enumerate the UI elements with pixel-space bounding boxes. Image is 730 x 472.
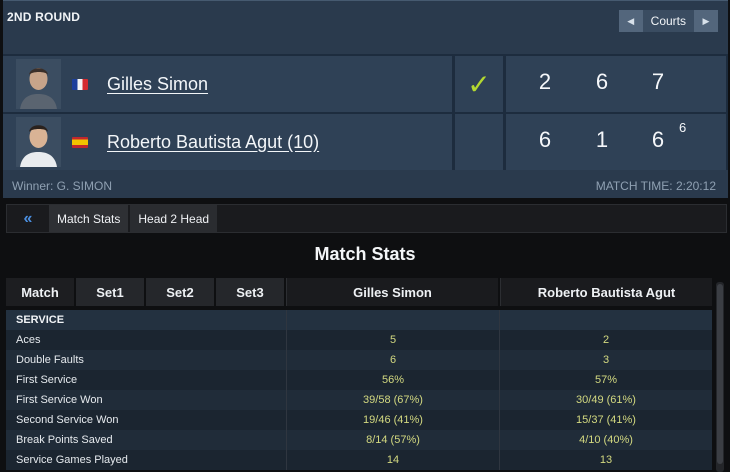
scoreboard: 2ND ROUND ◀ Courts ▶ Gilles Simon Robert… xyxy=(3,0,728,198)
period-tab-set3[interactable]: Set3 xyxy=(216,278,284,306)
set-score: 6 xyxy=(595,69,609,94)
tab-head-2-head[interactable]: Head 2 Head xyxy=(130,205,218,232)
chevron-left-icon[interactable]: ◀ xyxy=(618,10,643,32)
stat-label: Double Faults xyxy=(16,354,84,366)
stats-header-row: Match Set1 Set2 Set3 Gilles Simon Robert… xyxy=(6,278,714,306)
stat-value-player-1: 19/46 (41%) xyxy=(286,410,499,430)
stat-value-player-1: 39/58 (67%) xyxy=(286,390,499,410)
stat-value-player-1: 14 xyxy=(286,450,499,470)
stat-value-player-2: 2 xyxy=(499,330,712,350)
courts-navigator: ◀ Courts ▶ xyxy=(618,10,718,32)
set-score: 1 xyxy=(595,127,609,152)
period-tab-set1[interactable]: Set1 xyxy=(76,278,144,306)
period-tab-match[interactable]: Match xyxy=(6,278,74,306)
stat-value-player-1 xyxy=(286,310,499,330)
spain-flag-icon xyxy=(72,136,88,148)
stats-tabbar: « Match Stats Head 2 Head xyxy=(6,204,727,233)
vertical-scrollbar[interactable] xyxy=(716,282,724,472)
stat-label: First Service xyxy=(16,374,78,386)
player-row-1: Gilles Simon xyxy=(3,56,452,112)
double-chevron-left-icon[interactable]: « xyxy=(7,205,49,232)
stat-value-player-2: 57% xyxy=(499,370,712,390)
column-header-player-2: Roberto Bautista Agut xyxy=(500,278,712,306)
table-row: Service Games Played 14 13 xyxy=(6,450,712,470)
column-header-player-1: Gilles Simon xyxy=(286,278,498,306)
stat-value-player-2: 3 xyxy=(499,350,712,370)
player-1-scores: 2 6 7 xyxy=(506,56,726,112)
table-row: First Service 56% 57% xyxy=(6,370,712,390)
table-row: Double Faults 6 3 xyxy=(6,350,712,370)
set-score: 6 xyxy=(651,127,665,152)
stat-value-player-2 xyxy=(499,310,712,330)
players-panel: Gilles Simon Roberto Bautista Agut (10) … xyxy=(3,54,728,170)
stat-value-player-2: 15/37 (41%) xyxy=(499,410,712,430)
winner-check-cell-empty xyxy=(455,114,503,170)
stat-value-player-1: 56% xyxy=(286,370,499,390)
stat-label: Aces xyxy=(16,334,41,346)
stat-label: Service Games Played xyxy=(16,454,128,466)
stat-label: First Service Won xyxy=(16,394,103,406)
section-title: Match Stats xyxy=(314,244,416,264)
courts-label[interactable]: Courts xyxy=(643,14,694,28)
tab-match-stats[interactable]: Match Stats xyxy=(49,205,129,232)
round-label: 2ND ROUND xyxy=(7,10,81,24)
player-row-2: Roberto Bautista Agut (10) xyxy=(3,114,452,170)
player-1-name[interactable]: Gilles Simon xyxy=(107,74,208,95)
table-row: Aces 5 2 xyxy=(6,330,712,350)
stat-value-player-1: 8/14 (57%) xyxy=(286,430,499,450)
table-section-row: SERVICE xyxy=(6,310,712,330)
table-row: Break Points Saved 8/14 (57%) 4/10 (40%) xyxy=(6,430,712,450)
set-score: 2 xyxy=(538,69,552,94)
tiebreak-score: 6 xyxy=(679,120,687,135)
match-time: MATCH TIME: 2:20:12 xyxy=(595,179,716,193)
stat-value-player-2: 30/49 (61%) xyxy=(499,390,712,410)
chevron-right-icon[interactable]: ▶ xyxy=(694,10,718,32)
set-score: 7 xyxy=(651,69,665,94)
player-2-name[interactable]: Roberto Bautista Agut (10) xyxy=(107,132,319,153)
scrollbar-thumb[interactable] xyxy=(717,284,723,464)
stat-label: Break Points Saved xyxy=(16,434,113,446)
table-row: First Service Won 39/58 (67%) 30/49 (61%… xyxy=(6,390,712,410)
france-flag-icon xyxy=(72,78,88,90)
stat-value-player-1: 5 xyxy=(286,330,499,350)
set-score: 6 xyxy=(538,127,552,152)
stats-table: SERVICE Aces 5 2 Double Faults 6 3 First… xyxy=(6,310,712,472)
player-2-avatar xyxy=(16,117,61,167)
winner-check-icon: ✓ xyxy=(455,56,503,112)
player-1-avatar xyxy=(16,59,61,109)
table-row: Second Service Won 19/46 (41%) 15/37 (41… xyxy=(6,410,712,430)
period-tab-set2[interactable]: Set2 xyxy=(146,278,214,306)
winner-text: Winner: G. SIMON xyxy=(12,179,113,193)
stat-label: SERVICE xyxy=(16,314,65,326)
stat-value-player-2: 13 xyxy=(499,450,712,470)
stat-label: Second Service Won xyxy=(16,414,119,426)
stat-value-player-1: 6 xyxy=(286,350,499,370)
player-2-scores: 6 1 6 6 xyxy=(506,114,726,170)
stat-value-player-2: 4/10 (40%) xyxy=(499,430,712,450)
